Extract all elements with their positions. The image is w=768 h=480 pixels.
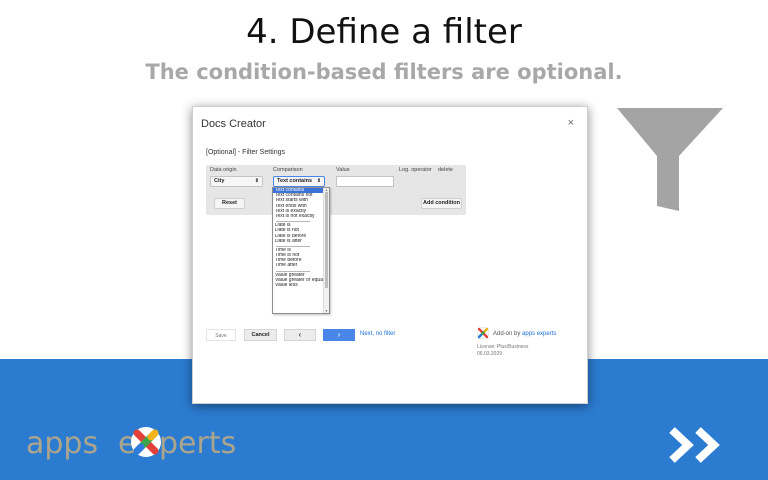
docs-creator-dialog: Docs Creator × [Optional] - Filter Setti… xyxy=(192,106,588,404)
comparison-dropdown: Text contains Text contains not Text start… xyxy=(272,187,330,314)
brand-apps-text: apps xyxy=(26,426,99,461)
dropdown-separator xyxy=(273,269,325,273)
apps-experts-brand-logo: apps e perts xyxy=(26,424,236,464)
cancel-button[interactable]: Cancel xyxy=(244,329,277,341)
brand-x-icon xyxy=(131,427,161,457)
slide-title: 4. Define a filter xyxy=(246,12,522,52)
data-origin-label: Data origin xyxy=(210,167,237,173)
comparison-options: Text contains Text contains not Text start… xyxy=(273,188,325,288)
dialog-title: Docs Creator xyxy=(201,118,266,130)
brand-perts-text: perts xyxy=(159,426,237,461)
comparison-select[interactable]: Text contains ⇕ xyxy=(273,176,325,187)
filter-panel: Data origin Comparison Value Log. operat… xyxy=(206,165,466,215)
dropdown-separator xyxy=(273,244,325,248)
double-chevron-right-icon[interactable] xyxy=(668,427,738,463)
slide-subtitle: The condition-based filters are optional… xyxy=(145,60,623,84)
dropdown-option[interactable]: Value less xyxy=(273,283,325,288)
comparison-label: Comparison xyxy=(273,167,303,173)
add-condition-button[interactable]: Add condition xyxy=(421,198,462,209)
funnel-icon xyxy=(617,108,723,211)
addon-brand-link[interactable]: apps experts xyxy=(522,331,556,337)
value-input[interactable] xyxy=(336,176,394,187)
addon-prefix: Add-on by xyxy=(493,331,521,337)
license-info: License: Plus/Business 06.03.2029 xyxy=(477,344,528,358)
addon-by-text: Add-on by apps experts xyxy=(493,331,556,337)
data-origin-value: City xyxy=(214,178,225,184)
comparison-value: Text contains xyxy=(277,178,313,184)
next-no-filter-link[interactable]: Next, no filter xyxy=(360,331,395,337)
log-operator-label: Log. operator xyxy=(399,167,432,173)
data-origin-select[interactable]: City ⇕ xyxy=(210,176,263,187)
previous-button[interactable]: ‹ xyxy=(284,329,316,341)
apps-experts-logo-icon xyxy=(477,327,489,339)
dropdown-scrollbar[interactable]: ▲ ▼ xyxy=(323,188,329,313)
license-line: License: Plus/Business xyxy=(477,344,529,350)
filter-settings-title: [Optional] - Filter Settings xyxy=(206,149,285,156)
next-button[interactable]: › xyxy=(323,329,355,341)
select-arrows-icon: ⇕ xyxy=(316,178,321,184)
save-button[interactable]: Save xyxy=(206,329,236,341)
value-label: Value xyxy=(336,167,350,173)
select-arrows-icon: ⇕ xyxy=(254,178,259,184)
close-icon[interactable]: × xyxy=(568,117,574,129)
scroll-down-icon[interactable]: ▼ xyxy=(324,309,329,313)
scroll-thumb[interactable] xyxy=(325,192,328,288)
dropdown-separator xyxy=(273,219,325,223)
license-date: 06.03.2029 xyxy=(477,351,503,357)
delete-label: delete xyxy=(438,167,453,173)
reset-button[interactable]: Reset xyxy=(214,198,245,209)
